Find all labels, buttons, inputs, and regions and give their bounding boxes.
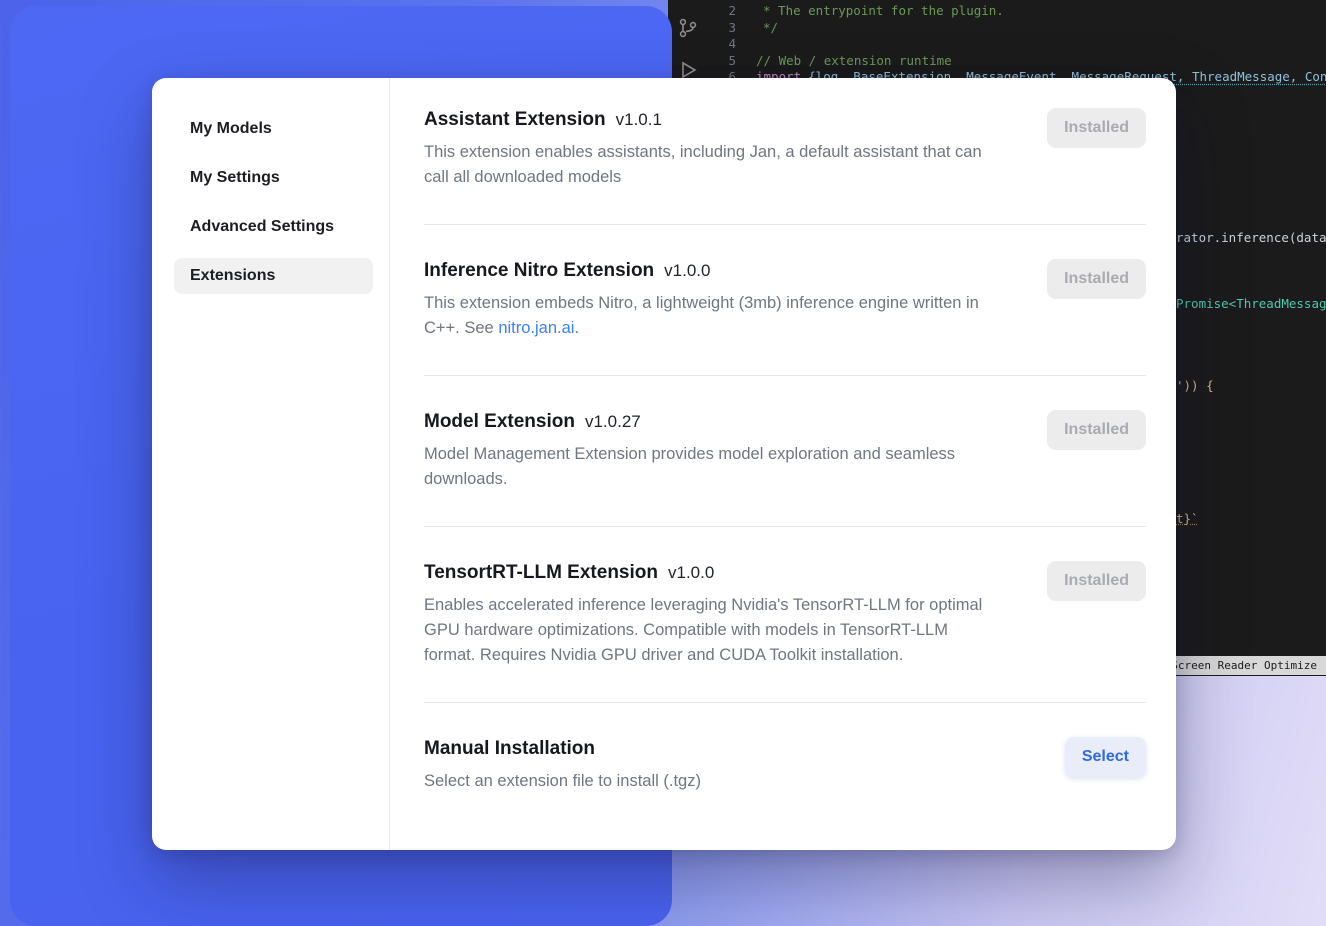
code-line: 4	[706, 36, 1326, 53]
extension-description: Enables accelerated inference leveraging…	[424, 593, 1002, 668]
nitro-link[interactable]: nitro.jan.ai.	[498, 319, 579, 337]
extension-name: Assistant Extension v1.0.1	[424, 108, 1002, 131]
line-number: 2	[706, 3, 736, 20]
code-comment: // Web / extension runtime	[756, 53, 952, 70]
line-number: 4	[706, 36, 736, 53]
settings-sidebar: My Models My Settings Advanced Settings …	[152, 78, 390, 850]
line-number: 5	[706, 53, 736, 70]
installed-button[interactable]: Installed	[1047, 259, 1146, 299]
extensions-panel: Assistant Extension v1.0.1 This extension…	[390, 78, 1176, 850]
extension-description: Model Management Extension provides mode…	[424, 442, 1002, 492]
extension-name-text: Inference Nitro Extension	[424, 260, 654, 281]
extension-name: Model Extension v1.0.27	[424, 410, 1002, 433]
code-fragment: Promise<ThreadMessage>	[1176, 296, 1326, 312]
extension-version: v1.0.0	[664, 261, 710, 280]
code-fragment: ')) {	[1176, 378, 1214, 394]
installed-button[interactable]: Installed	[1047, 410, 1146, 450]
installed-button[interactable]: Installed	[1047, 108, 1146, 148]
code-line: 2 * The entrypoint for the plugin.	[706, 3, 1326, 20]
extension-version: v1.0.27	[585, 412, 641, 431]
code-fragment: rator.inference(data));	[1176, 230, 1326, 246]
extension-name-text: Model Extension	[424, 411, 575, 432]
code-comment: */	[756, 20, 778, 37]
line-number: 3	[706, 20, 736, 37]
manual-installation-title: Manual Installation	[424, 737, 701, 760]
settings-modal: My Models My Settings Advanced Settings …	[152, 78, 1176, 850]
extension-row: TensortRT-LLM Extension v1.0.0 Enables ac…	[424, 561, 1146, 668]
extension-version: v1.0.1	[616, 110, 662, 129]
sidebar-item-extensions[interactable]: Extensions	[174, 258, 373, 294]
code-fragment: t}`	[1176, 511, 1199, 527]
sidebar-item-advanced-settings[interactable]: Advanced Settings	[174, 209, 373, 245]
sidebar-item-my-settings[interactable]: My Settings	[174, 160, 373, 196]
extension-row: Assistant Extension v1.0.1 This extension…	[424, 108, 1146, 190]
source-control-icon[interactable]	[676, 16, 700, 40]
extension-description: This extension embeds Nitro, a lightweig…	[424, 291, 1002, 341]
extension-name-text: Assistant Extension	[424, 109, 606, 130]
divider	[424, 224, 1146, 225]
extension-row: Inference Nitro Extension v1.0.0 This ext…	[424, 259, 1146, 341]
extension-description: This extension enables assistants, inclu…	[424, 140, 1002, 190]
code-area: 2 * The entrypoint for the plugin. 3 */ …	[706, 3, 1326, 86]
divider	[424, 702, 1146, 703]
select-button[interactable]: Select	[1065, 737, 1146, 777]
divider	[424, 375, 1146, 376]
divider	[424, 526, 1146, 527]
installed-button[interactable]: Installed	[1047, 561, 1146, 601]
manual-installation-title-text: Manual Installation	[424, 738, 595, 759]
manual-installation-row: Manual Installation Select an extension …	[424, 737, 1146, 794]
manual-installation-description: Select an extension file to install (.tg…	[424, 769, 701, 794]
extension-name: TensortRT-LLM Extension v1.0.0	[424, 561, 1002, 584]
extension-name-text: TensortRT-LLM Extension	[424, 562, 658, 583]
code-line: 3 */	[706, 20, 1326, 37]
screen-reader-badge[interactable]: Screen Reader Optimize	[1162, 656, 1326, 675]
extension-name: Inference Nitro Extension v1.0.0	[424, 259, 1002, 282]
extension-row: Model Extension v1.0.27 Model Management …	[424, 410, 1146, 492]
extension-version: v1.0.0	[668, 563, 714, 582]
code-comment: * The entrypoint for the plugin.	[756, 3, 1004, 20]
code-line: 5 // Web / extension runtime	[706, 53, 1326, 70]
sidebar-item-my-models[interactable]: My Models	[174, 111, 373, 147]
